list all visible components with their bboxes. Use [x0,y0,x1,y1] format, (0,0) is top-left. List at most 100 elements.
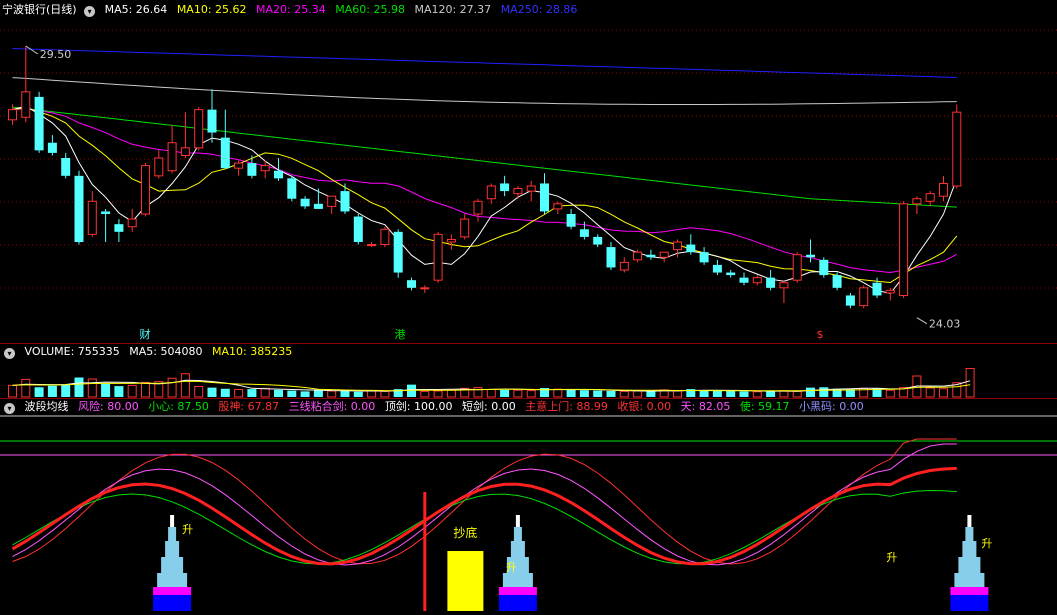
candle [194,109,204,149]
volume-bar [194,386,204,398]
candle [500,183,510,192]
signal-tower [513,527,522,541]
volume-bar [127,384,137,398]
volume-bar [566,389,576,397]
candle [859,287,869,307]
volume-bar [766,391,776,397]
volume-bar [792,390,802,398]
signal-tower [954,573,985,587]
volume-bar [114,386,124,397]
candle [260,165,270,172]
signal-tower [965,527,974,541]
candle [87,200,97,235]
candle [806,254,815,258]
volume-bar [752,391,762,398]
bottom-signal-block [447,551,484,611]
candle [367,244,377,247]
signal-tower [950,595,989,611]
candle [433,233,443,281]
candle [659,251,669,258]
candle [925,193,935,202]
candle [752,277,762,284]
candle [220,137,230,169]
volume-bar [806,387,815,397]
candle [673,241,682,251]
signal-rise-label: 升 [981,537,992,550]
candle [899,203,909,296]
volume-bar [553,388,563,398]
candle [766,277,776,288]
volume-bar [380,390,390,398]
signal-tower [967,515,972,527]
indicator-line-magenta [12,443,957,566]
candle [553,203,563,210]
event-marker: 港 [395,328,406,341]
volume-bar [699,390,709,397]
candle [726,272,736,276]
candle [832,275,842,288]
candle [407,280,416,288]
volume-bar [633,390,643,398]
candle [712,264,722,273]
low-marker [916,317,928,325]
low-price-label: 24.03 [929,318,961,331]
candle [872,282,882,296]
candle [327,195,337,207]
signal-tower [498,587,537,595]
signal-rise-label: 升 [886,551,897,564]
candle [446,238,456,243]
candle [247,163,257,176]
volume-bar [606,391,616,397]
volume-bar [287,390,297,397]
high-marker [25,45,39,55]
volume-bar [74,377,84,397]
volume-bar [819,387,829,397]
candle [845,295,855,306]
volume-bar [593,390,603,397]
signal-tower [498,595,537,611]
indicator-chart[interactable]: 抄底升升升升 [0,399,1057,615]
signal-tower [510,541,525,557]
candle [61,158,71,176]
signal-tower [153,595,192,611]
candle [74,175,84,242]
candle [154,157,164,177]
volume-bar [313,390,323,397]
volume-bar [61,384,71,397]
volume-bar [526,390,536,398]
volume-bar [87,378,97,398]
signal-rise-label: 升 [506,561,517,574]
volume-bar [739,391,749,397]
volume-bar [327,390,337,398]
candle [274,170,283,179]
candle [380,228,390,246]
candle [579,229,589,237]
signal-rise-label: 升 [182,523,193,536]
volume-bar [473,387,483,398]
volume-bar [579,390,589,397]
signal-tower [950,587,989,595]
ma20-line [12,108,958,274]
volume-chart[interactable] [0,344,1057,398]
high-price-label: 29.50 [40,48,72,61]
signal-tower [515,515,520,527]
volume-bar [274,389,283,397]
ma10-line [12,107,958,284]
candle [885,289,895,294]
candle [47,142,57,153]
candlestick-chart[interactable]: 29.50 24.03 财 港 $ [0,0,1057,343]
candle [566,214,576,227]
signal-tower [165,541,180,557]
volume-panel[interactable]: ▾ VOLUME: 755335 MA5: 504080 MA10: 38523… [0,344,1057,398]
signal-tower [168,527,177,541]
volume-bar [673,390,682,398]
indicator-panel[interactable]: ▾ 波段均线 风险: 80.00 小心: 87.50 股神: 67.87 三线粘… [0,399,1057,615]
event-marker: $ [817,328,824,341]
volume-bar [486,389,496,398]
volume-bar [234,389,244,398]
candle [207,109,217,133]
volume-bar [433,390,443,398]
volume-bar [300,391,310,397]
price-panel[interactable]: 宁波银行(日线) ▾ MA5: 26.64 MA10: 25.62 MA20: … [0,0,1057,343]
signal-tower [161,557,184,573]
